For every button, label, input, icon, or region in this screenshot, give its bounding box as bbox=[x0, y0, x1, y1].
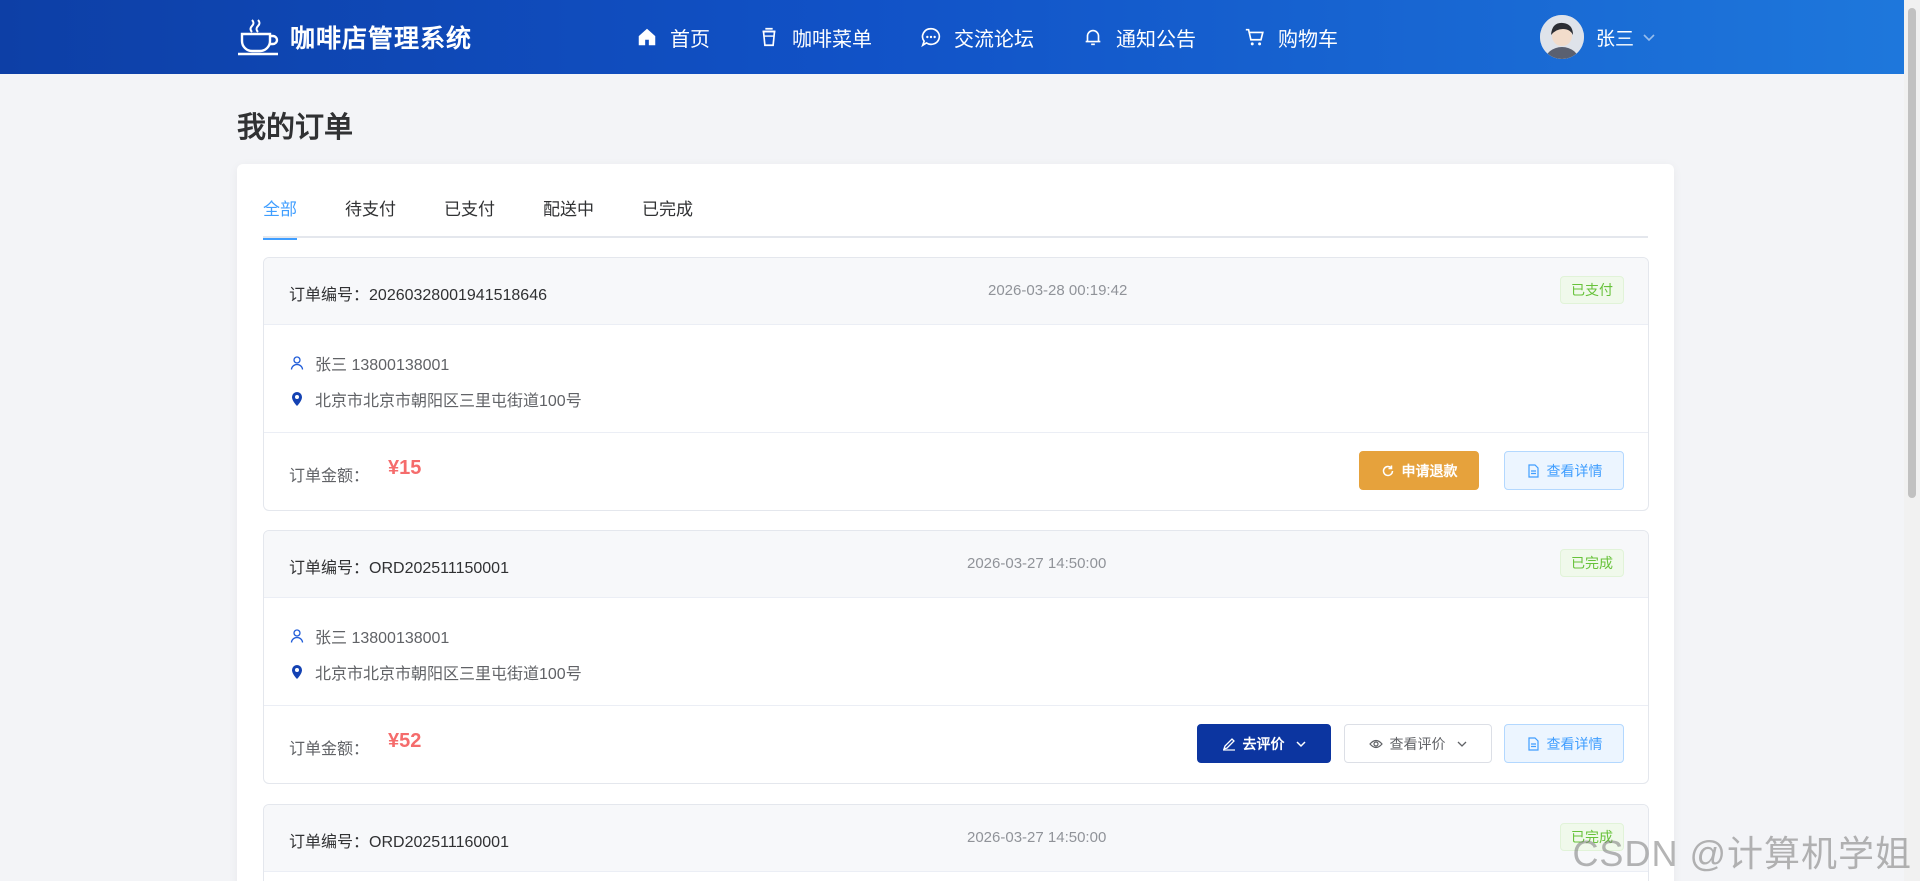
nav-label-home: 首页 bbox=[670, 28, 710, 51]
tab-pending-payment[interactable]: 待支付 bbox=[345, 198, 396, 238]
nav-item-notice[interactable]: 通知公告 bbox=[1082, 23, 1196, 52]
order-time: 2026-03-28 00:19:42 bbox=[988, 282, 1128, 299]
refund-button[interactable]: 申请退款 bbox=[1359, 451, 1479, 490]
order-body: 张三 13800138001 北京市北京市朝阳区三里屯街道100号 bbox=[264, 325, 1648, 433]
chevron-down-icon bbox=[1295, 740, 1306, 747]
address-row: 北京市北京市朝阳区三里屯街道100号 bbox=[289, 387, 582, 411]
order-card: 订单编号：ORD202511160001 2026-03-27 14:50:00… bbox=[263, 804, 1649, 881]
nav-label-menu: 咖啡菜单 bbox=[792, 28, 872, 51]
order-header: 订单编号：20260328001941518646 2026-03-28 00:… bbox=[264, 258, 1648, 325]
amount-label: 订单金额： bbox=[289, 468, 370, 485]
order-number-label: 订单编号： bbox=[289, 834, 370, 851]
view-detail-label: 查看详情 bbox=[1546, 735, 1603, 752]
view-review-button[interactable]: 查看评价 bbox=[1344, 724, 1492, 763]
refund-button-label: 申请退款 bbox=[1401, 462, 1458, 479]
page-title: 我的订单 bbox=[237, 112, 354, 144]
order-header: 订单编号：ORD202511150001 2026-03-27 14:50:00… bbox=[264, 531, 1648, 598]
write-review-label: 去评价 bbox=[1242, 735, 1285, 752]
coffee-icon bbox=[762, 27, 776, 47]
order-number: 订单编号：ORD202511150001 bbox=[289, 554, 509, 578]
status-badge: 已完成 bbox=[1560, 549, 1624, 577]
address-text: 北京市北京市朝阳区三里屯街道100号 bbox=[315, 393, 582, 410]
amount-label: 订单金额： bbox=[289, 741, 370, 758]
chevron-down-icon bbox=[1457, 741, 1466, 747]
location-icon bbox=[292, 665, 302, 679]
main-nav: 首页 咖啡菜单 交流论坛 通知公告 购物车 bbox=[636, 0, 1386, 74]
tab-delivering[interactable]: 配送中 bbox=[543, 198, 594, 238]
home-icon bbox=[638, 28, 656, 46]
eye-icon bbox=[1368, 739, 1383, 748]
document-icon bbox=[1527, 736, 1539, 751]
cart-icon bbox=[1245, 28, 1264, 46]
user-icon bbox=[290, 629, 304, 643]
order-status-tabs: 全部 待支付 已支付 配送中 已完成 bbox=[263, 198, 1648, 240]
scrollbar-thumb[interactable] bbox=[1908, 8, 1916, 498]
nav-item-forum[interactable]: 交流论坛 bbox=[920, 23, 1034, 52]
avatar bbox=[1540, 15, 1584, 59]
nav-item-cart[interactable]: 购物车 bbox=[1244, 23, 1338, 52]
edit-icon bbox=[1222, 737, 1235, 751]
address-text: 北京市北京市朝阳区三里屯街道100号 bbox=[315, 666, 582, 683]
nav-item-menu[interactable]: 咖啡菜单 bbox=[758, 23, 872, 52]
nav-item-home[interactable]: 首页 bbox=[636, 23, 710, 52]
document-icon bbox=[1527, 463, 1539, 478]
order-number-label: 订单编号： bbox=[289, 560, 370, 577]
view-review-label: 查看评价 bbox=[1389, 735, 1446, 752]
order-footer: 订单金额： ¥52 去评价 查看评价 查看详情 bbox=[264, 706, 1648, 783]
order-header: 订单编号：ORD202511160001 2026-03-27 14:50:00… bbox=[264, 805, 1648, 872]
nav-label-notice: 通知公告 bbox=[1116, 28, 1196, 51]
order-body: 张三 13800138001 北京市北京市朝阳区三里屯街道100号 bbox=[264, 598, 1648, 706]
contact-row: 张三 13800138001 bbox=[289, 624, 449, 648]
brand-title: 咖啡店管理系统 bbox=[290, 25, 473, 53]
status-badge: 已支付 bbox=[1560, 276, 1624, 304]
user-icon bbox=[290, 356, 304, 370]
order-number: 订单编号：ORD202511160001 bbox=[289, 828, 509, 852]
order-number-value: 20260328001941518646 bbox=[369, 287, 547, 304]
bell-icon bbox=[1085, 29, 1101, 46]
contact-row: 张三 13800138001 bbox=[289, 351, 449, 375]
address-row: 北京市北京市朝阳区三里屯街道100号 bbox=[289, 660, 582, 684]
nav-label-cart: 购物车 bbox=[1278, 28, 1338, 51]
orders-panel: 全部 待支付 已支付 配送中 已完成 订单编号：2026032800194151… bbox=[237, 164, 1674, 881]
tab-completed[interactable]: 已完成 bbox=[642, 198, 693, 238]
brand[interactable]: 咖啡店管理系统 bbox=[236, 14, 472, 60]
write-review-button[interactable]: 去评价 bbox=[1197, 724, 1331, 763]
location-icon bbox=[292, 392, 302, 406]
order-footer: 订单金额： ¥15 申请退款 查看详情 bbox=[264, 433, 1648, 510]
watermark: CSDN @计算机学姐 bbox=[1572, 833, 1912, 874]
order-amount: ¥52 bbox=[388, 730, 422, 752]
order-time: 2026-03-27 14:50:00 bbox=[967, 555, 1107, 572]
top-navbar: 咖啡店管理系统 首页 咖啡菜单 交流论坛 通知公告 购物车 张三 bbox=[0, 0, 1920, 74]
tab-paid[interactable]: 已支付 bbox=[444, 198, 495, 238]
order-number-value: ORD202511150001 bbox=[369, 560, 509, 577]
view-detail-label: 查看详情 bbox=[1546, 462, 1603, 479]
chat-icon bbox=[921, 27, 941, 48]
order-amount: ¥15 bbox=[388, 457, 422, 479]
refresh-icon bbox=[1382, 465, 1393, 476]
view-detail-button[interactable]: 查看详情 bbox=[1504, 451, 1624, 490]
order-number: 订单编号：20260328001941518646 bbox=[289, 281, 547, 305]
view-detail-button[interactable]: 查看详情 bbox=[1504, 724, 1624, 763]
contact-text: 张三 13800138001 bbox=[315, 630, 450, 647]
contact-text: 张三 13800138001 bbox=[315, 357, 450, 374]
nav-label-forum: 交流论坛 bbox=[954, 28, 1034, 51]
coffee-cup-icon bbox=[238, 19, 279, 56]
order-number-label: 订单编号： bbox=[289, 287, 370, 304]
scrollbar[interactable] bbox=[1904, 0, 1920, 881]
order-time: 2026-03-27 14:50:00 bbox=[967, 829, 1107, 846]
user-name: 张三 bbox=[1596, 28, 1635, 50]
user-menu[interactable]: 张三 bbox=[1540, 15, 1656, 59]
order-card: 订单编号：ORD202511150001 2026-03-27 14:50:00… bbox=[263, 530, 1649, 784]
tab-all[interactable]: 全部 bbox=[263, 198, 297, 240]
order-card: 订单编号：20260328001941518646 2026-03-28 00:… bbox=[263, 257, 1649, 511]
chevron-down-icon bbox=[1643, 34, 1655, 42]
order-number-value: ORD202511160001 bbox=[369, 834, 509, 851]
